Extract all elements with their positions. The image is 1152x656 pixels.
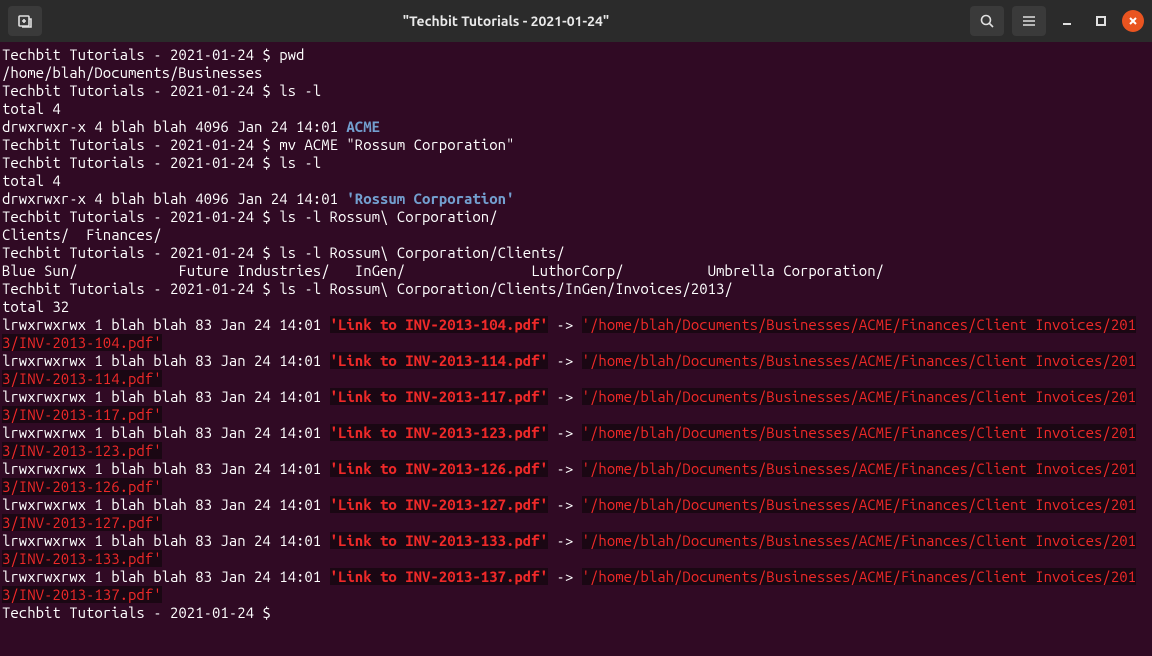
terminal-line: lrwxrwxrwx 1 blah blah 83 Jan 24 14:01 '… <box>2 568 1150 604</box>
symlink-name: 'Link to INV-2013-123.pdf' <box>330 424 548 441</box>
symlink-target: '/home/blah/Documents/Businesses/ACME/Fi… <box>2 424 1136 459</box>
hamburger-menu-button[interactable] <box>1012 6 1046 36</box>
terminal-line: drwxrwxr-x 4 blah blah 4096 Jan 24 14:01… <box>2 118 1150 136</box>
terminal-line: lrwxrwxrwx 1 blah blah 83 Jan 24 14:01 '… <box>2 388 1150 424</box>
symlink-target: '/home/blah/Documents/Businesses/ACME/Fi… <box>2 352 1136 387</box>
symlink-name: 'Link to INV-2013-114.pdf' <box>330 352 548 369</box>
terminal-line: lrwxrwxrwx 1 blah blah 83 Jan 24 14:01 '… <box>2 352 1150 388</box>
terminal-line: Clients/ Finances/ <box>2 226 1150 244</box>
terminal-line: total 4 <box>2 172 1150 190</box>
terminal-line: drwxrwxr-x 4 blah blah 4096 Jan 24 14:01… <box>2 190 1150 208</box>
window-title: "Techbit Tutorials - 2021-01-24" <box>48 12 964 30</box>
terminal-line: Techbit Tutorials - 2021-01-24 $ ls -l R… <box>2 244 1150 262</box>
terminal-line: lrwxrwxrwx 1 blah blah 83 Jan 24 14:01 '… <box>2 496 1150 532</box>
terminal-line: Techbit Tutorials - 2021-01-24 $ pwd <box>2 46 1150 64</box>
symlink-name: 'Link to INV-2013-126.pdf' <box>330 460 548 477</box>
symlink-name: 'Link to INV-2013-104.pdf' <box>330 316 548 333</box>
terminal-line: lrwxrwxrwx 1 blah blah 83 Jan 24 14:01 '… <box>2 424 1150 460</box>
directory-name: ACME <box>346 118 380 135</box>
close-button[interactable] <box>1122 10 1144 32</box>
symlink-target: '/home/blah/Documents/Businesses/ACME/Fi… <box>2 532 1136 567</box>
symlink-target: '/home/blah/Documents/Businesses/ACME/Fi… <box>2 568 1136 603</box>
terminal-line: Techbit Tutorials - 2021-01-24 $ ls -l <box>2 154 1150 172</box>
symlink-name: 'Link to INV-2013-117.pdf' <box>330 388 548 405</box>
window-titlebar: "Techbit Tutorials - 2021-01-24" <box>0 0 1152 42</box>
directory-name: 'Rossum Corporation' <box>346 190 514 207</box>
symlink-target: '/home/blah/Documents/Businesses/ACME/Fi… <box>2 316 1136 351</box>
search-button[interactable] <box>970 6 1004 36</box>
terminal-line: lrwxrwxrwx 1 blah blah 83 Jan 24 14:01 '… <box>2 316 1150 352</box>
terminal-line: Techbit Tutorials - 2021-01-24 $ mv ACME… <box>2 136 1150 154</box>
new-tab-button[interactable] <box>8 6 42 36</box>
terminal-line: total 4 <box>2 100 1150 118</box>
terminal-line: total 32 <box>2 298 1150 316</box>
minimize-button[interactable] <box>1054 8 1080 34</box>
symlink-target: '/home/blah/Documents/Businesses/ACME/Fi… <box>2 388 1136 423</box>
terminal-line: lrwxrwxrwx 1 blah blah 83 Jan 24 14:01 '… <box>2 532 1150 568</box>
terminal-line: lrwxrwxrwx 1 blah blah 83 Jan 24 14:01 '… <box>2 460 1150 496</box>
terminal-line: /home/blah/Documents/Businesses <box>2 64 1150 82</box>
terminal-line: Techbit Tutorials - 2021-01-24 $ ls -l R… <box>2 280 1150 298</box>
maximize-button[interactable] <box>1088 8 1114 34</box>
symlink-name: 'Link to INV-2013-133.pdf' <box>330 532 548 549</box>
symlink-name: 'Link to INV-2013-127.pdf' <box>330 496 548 513</box>
symlink-name: 'Link to INV-2013-137.pdf' <box>330 568 548 585</box>
terminal-line: Techbit Tutorials - 2021-01-24 $ <box>2 604 1150 622</box>
terminal-output[interactable]: Techbit Tutorials - 2021-01-24 $ pwd/hom… <box>0 42 1152 626</box>
symlink-target: '/home/blah/Documents/Businesses/ACME/Fi… <box>2 460 1136 495</box>
terminal-line: Techbit Tutorials - 2021-01-24 $ ls -l R… <box>2 208 1150 226</box>
symlink-target: '/home/blah/Documents/Businesses/ACME/Fi… <box>2 496 1136 531</box>
terminal-line: Blue Sun/ Future Industries/ InGen/ Luth… <box>2 262 1150 280</box>
terminal-line: Techbit Tutorials - 2021-01-24 $ ls -l <box>2 82 1150 100</box>
